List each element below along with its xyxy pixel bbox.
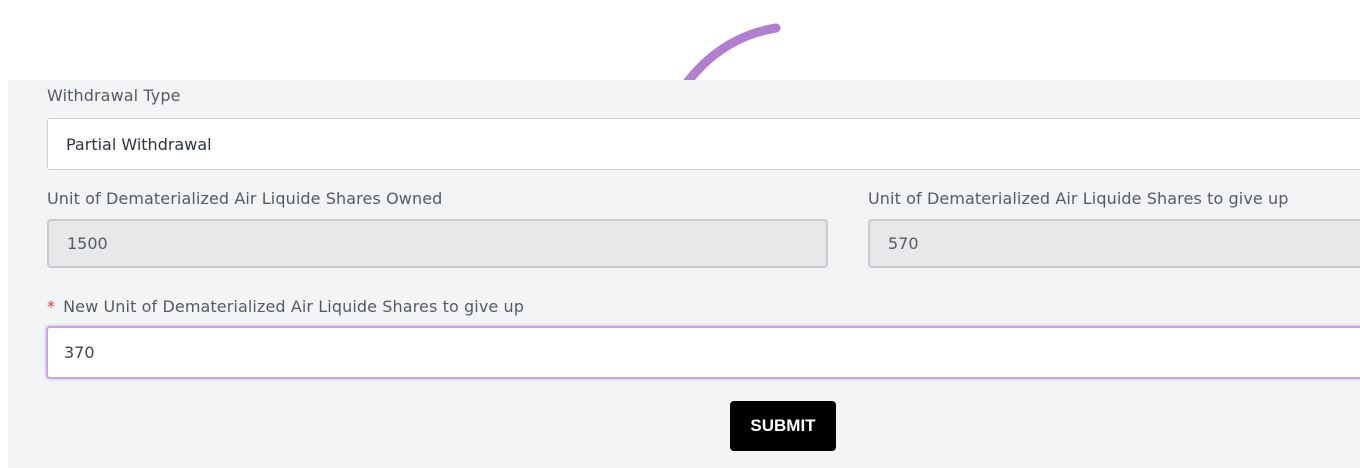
submit-button[interactable]: SUBMIT (730, 401, 836, 451)
withdrawal-type-label: Withdrawal Type (47, 86, 181, 105)
shares-owned-label: Unit of Dematerialized Air Liquide Share… (47, 189, 443, 208)
required-marker: * (47, 297, 56, 316)
shares-to-give-up-label: Unit of Dematerialized Air Liquide Share… (868, 189, 1289, 208)
page: Withdrawal Type Partial Withdrawal Unit … (0, 0, 1360, 468)
new-shares-label-row: * New Unit of Dematerialized Air Liquide … (47, 297, 524, 316)
shares-owned-field: 1500 (47, 219, 828, 268)
shares-to-give-up-field: 570 (868, 219, 1360, 268)
new-shares-label: New Unit of Dematerialized Air Liquide S… (63, 297, 525, 316)
new-shares-input[interactable]: 370 (46, 326, 1360, 379)
withdrawal-type-select[interactable]: Partial Withdrawal (47, 118, 1360, 170)
